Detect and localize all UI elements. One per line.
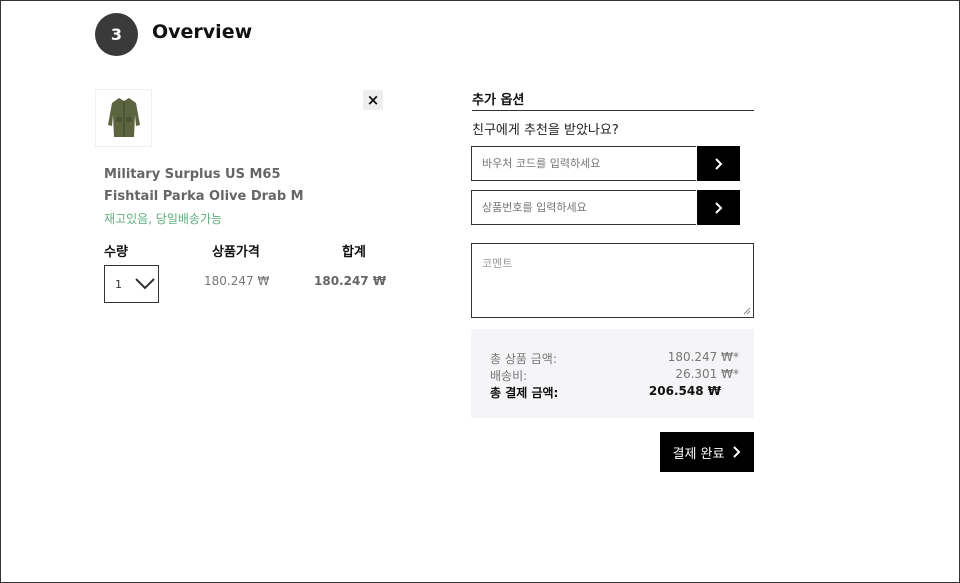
price-column-header: 상품가격 xyxy=(212,245,260,260)
subtotal-value: 180.247 ₩* xyxy=(667,350,739,364)
stock-status: 재고있음, 당일배송가능 xyxy=(104,212,223,226)
chevron-right-icon xyxy=(733,446,741,458)
page-frame: 3 Overview × Military Surplus US M65 Fis… xyxy=(0,0,960,583)
quantity-select[interactable]: 1 xyxy=(104,265,159,303)
recommend-question: 친구에게 추천을 받았나요? xyxy=(472,123,619,138)
item-total: 180.247 ₩ xyxy=(314,274,387,288)
complete-payment-label: 결제 완료 xyxy=(672,446,725,462)
total-value: 206.548 ₩ xyxy=(648,384,721,398)
total-column-header: 합계 xyxy=(342,245,366,260)
product-number-submit-button[interactable] xyxy=(697,190,740,225)
step-number-badge: 3 xyxy=(95,13,138,56)
comment-placeholder: 코멘트 xyxy=(482,257,513,270)
chevron-right-icon xyxy=(714,201,722,214)
comment-textarea[interactable]: 코멘트 xyxy=(471,243,754,318)
product-name[interactable]: Military Surplus US M65 Fishtail Parka O… xyxy=(104,164,334,208)
total-label: 총 결제 금액: xyxy=(490,386,559,400)
options-title: 추가 옵션 xyxy=(472,93,525,108)
complete-payment-button[interactable]: 결제 완료 xyxy=(660,432,754,472)
voucher-code-input[interactable] xyxy=(471,146,696,181)
qty-column-header: 수량 xyxy=(104,245,128,260)
item-price: 180.247 ₩ xyxy=(204,274,270,288)
chevron-down-icon xyxy=(135,278,155,290)
voucher-submit-button[interactable] xyxy=(697,146,740,181)
shipping-label: 배송비: xyxy=(490,369,528,383)
product-number-input[interactable] xyxy=(471,190,696,225)
jacket-icon xyxy=(107,98,140,137)
order-summary: 총 상품 금액: 180.247 ₩* 배송비: 26.301 ₩* 총 결제 … xyxy=(471,329,754,418)
quantity-value: 1 xyxy=(115,278,122,291)
resize-handle-icon[interactable] xyxy=(743,307,751,315)
options-divider xyxy=(472,110,754,111)
chevron-right-icon xyxy=(714,157,722,170)
remove-item-button[interactable]: × xyxy=(363,90,383,110)
product-thumbnail[interactable] xyxy=(95,89,152,147)
shipping-value: 26.301 ₩* xyxy=(675,367,739,381)
subtotal-label: 총 상품 금액: xyxy=(490,352,557,366)
step-title: Overview xyxy=(152,21,253,43)
